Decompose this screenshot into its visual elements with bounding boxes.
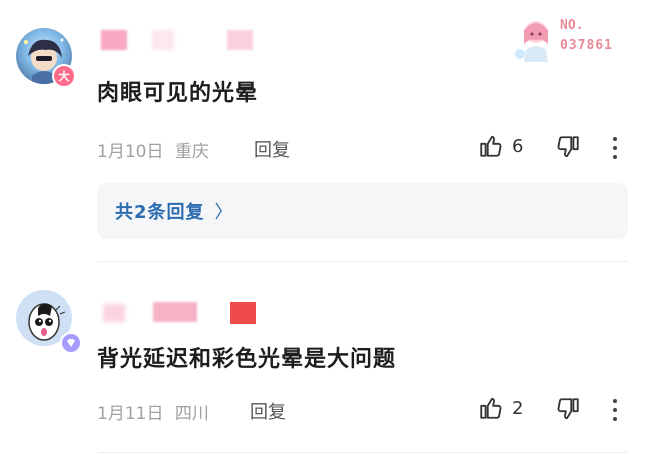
comment-date: 1月10日 xyxy=(97,142,164,162)
thumbs-up-icon xyxy=(480,135,502,157)
like-count: 6 xyxy=(512,135,524,157)
dislike-button[interactable] xyxy=(555,396,581,426)
reply-button[interactable]: 回复 xyxy=(250,398,286,424)
like-button[interactable]: 6 xyxy=(478,133,523,159)
comment-location: 四川 xyxy=(174,404,209,424)
view-replies-button[interactable]: 共2条回复 〉 xyxy=(97,183,628,239)
dislike-button[interactable] xyxy=(555,134,581,164)
comment-meta: 1月11日 四川 xyxy=(97,399,209,424)
thumbs-up-icon xyxy=(480,397,502,419)
diamond-icon xyxy=(67,339,75,347)
user-level-badge: 大 xyxy=(52,64,76,88)
like-button[interactable]: 2 xyxy=(478,395,523,421)
comment-text: 背光延迟和彩色光晕是大问题 xyxy=(97,347,397,372)
username-blurred[interactable] xyxy=(97,302,262,324)
comment-meta: 1月10日 重庆 xyxy=(97,137,209,162)
comment-item: 大 NO. 037861 肉眼可见的光晕 1月10日 重庆 回复 6 共2条回复… xyxy=(0,0,650,262)
comment-location: 重庆 xyxy=(174,142,209,162)
comment-text: 肉眼可见的光晕 xyxy=(97,81,259,106)
divider xyxy=(98,452,628,453)
medal-no-label: NO. xyxy=(560,18,584,33)
like-count: 2 xyxy=(512,397,524,419)
anime-character-icon xyxy=(515,21,548,62)
username-blurred[interactable] xyxy=(97,30,257,52)
comment-item: 背光延迟和彩色光晕是大问题 1月11日 四川 回复 2 xyxy=(0,262,650,455)
more-vertical-icon[interactable] xyxy=(613,399,617,426)
reply-button[interactable]: 回复 xyxy=(254,136,290,162)
thumbs-down-icon xyxy=(557,398,579,420)
chevron-right-icon: 〉 xyxy=(214,202,233,223)
fan-medal: NO. 037861 xyxy=(512,14,622,62)
more-vertical-icon[interactable] xyxy=(613,137,617,164)
vip-diamond-badge xyxy=(60,332,82,354)
replies-summary: 共2条回复 xyxy=(115,202,205,223)
comment-date: 1月11日 xyxy=(97,404,164,424)
medal-number: 037861 xyxy=(560,38,613,53)
thumbs-down-icon xyxy=(557,136,579,158)
